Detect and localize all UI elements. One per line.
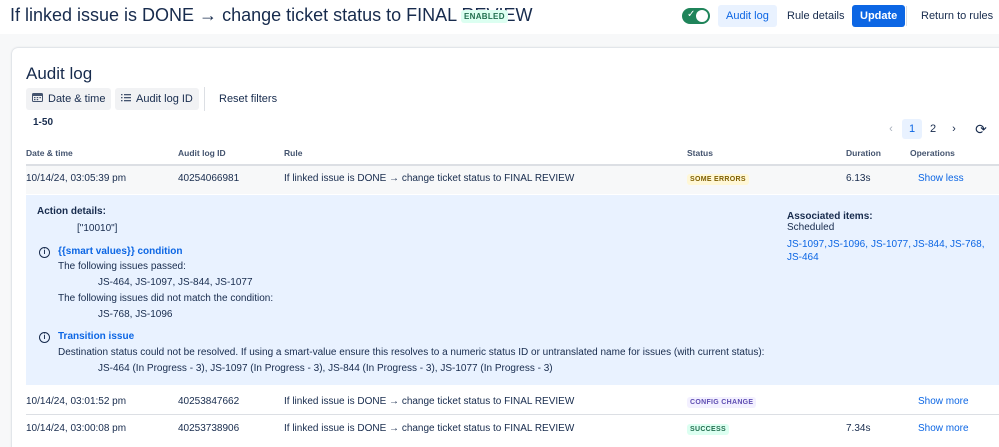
show-more-button[interactable]: Show more <box>918 396 969 407</box>
status-badge: SOME ERRORS <box>687 174 749 185</box>
filter-divider <box>204 87 205 111</box>
associated-issue-link[interactable]: JS-464 <box>787 252 819 263</box>
reset-filters-button[interactable]: Reset filters <box>219 88 277 110</box>
associated-items-label: Associated items: <box>787 211 873 222</box>
chevron-left-icon[interactable]: ‹ <box>884 119 898 139</box>
row-date: 10/14/24, 03:05:39 pm <box>26 173 127 184</box>
date-time-filter-label: Date & time <box>48 93 106 105</box>
row-date: 10/14/24, 03:01:52 pm <box>26 396 127 407</box>
row-audit-id: 40253847662 <box>178 396 240 407</box>
associated-items-sub: Scheduled <box>787 222 835 233</box>
failed-issues: JS-768, JS-1096 <box>98 309 173 320</box>
column-audit-log-id: Audit log ID <box>178 148 226 158</box>
column-rule: Rule <box>284 148 303 158</box>
associated-issue-link[interactable]: JS-1096, <box>828 239 868 250</box>
passed-issues: JS-464, JS-1097, JS-844, JS-1077 <box>98 277 253 288</box>
chevron-right-icon[interactable]: › <box>947 119 961 139</box>
action-details-value: ["10010"] <box>77 223 118 234</box>
row-rule: If linked issue is DONE → change ticket … <box>284 173 575 184</box>
row-duration: 7.34s <box>846 423 871 434</box>
transition-message: Destination status could not be resolved… <box>58 347 765 358</box>
associated-issue-link[interactable]: JS-1077, <box>871 239 911 250</box>
row-rule: If linked issue is DONE → change ticket … <box>284 396 575 407</box>
rule-details-button[interactable]: Rule details <box>779 5 852 27</box>
info-icon: i <box>39 332 50 343</box>
rule-header: If linked issue is DONE → change ticket … <box>0 0 999 34</box>
action-details-label: Action details: <box>37 206 106 217</box>
page-2-button[interactable]: 2 <box>925 119 941 139</box>
passed-label: The following issues passed: <box>58 261 186 272</box>
transition-issues: JS-464 (In Progress - 3), JS-1097 (In Pr… <box>98 363 553 374</box>
associated-issue-link[interactable]: JS-1097, <box>787 239 827 250</box>
associated-issue-link[interactable]: JS-768, <box>950 239 984 250</box>
row-audit-id: 40253738906 <box>178 423 240 434</box>
rule-enabled-toggle[interactable]: ✓ <box>682 8 710 24</box>
audit-log-heading: Audit log <box>26 64 93 83</box>
row-date: 10/14/24, 03:00:08 pm <box>26 423 127 434</box>
status-badge: SUCCESS <box>687 424 729 435</box>
row-duration: 6.13s <box>846 173 871 184</box>
audit-log-button[interactable]: Audit log <box>718 5 777 27</box>
column-date-time: Date & time <box>26 148 73 158</box>
associated-issue-link[interactable]: JS-844, <box>913 239 947 250</box>
show-more-button[interactable]: Show more <box>918 423 969 434</box>
condition-title: {{smart values}} condition <box>58 246 183 257</box>
refresh-icon[interactable]: ⟳ <box>971 119 991 139</box>
calendar-icon <box>32 88 43 110</box>
info-icon: i <box>39 247 50 258</box>
row-audit-id: 40254066981 <box>178 173 240 184</box>
list-icon <box>121 88 131 110</box>
audit-log-id-filter-label: Audit log ID <box>136 93 193 105</box>
toggle-knob <box>696 10 708 22</box>
rule-title: If linked issue is DONE → change ticket … <box>10 5 533 25</box>
column-operations: Operations <box>910 148 955 158</box>
check-icon: ✓ <box>687 9 696 20</box>
row-rule: If linked issue is DONE → change ticket … <box>284 423 575 434</box>
row-divider <box>26 414 999 415</box>
column-status: Status <box>687 148 713 158</box>
result-range: 1-50 <box>33 117 54 128</box>
enabled-badge: ENABLED <box>461 10 508 23</box>
page-1-button[interactable]: 1 <box>902 119 922 139</box>
show-less-button[interactable]: Show less <box>918 173 964 184</box>
return-to-rules-button[interactable]: Return to rules <box>913 5 999 27</box>
date-time-filter-button[interactable]: Date & time <box>26 88 112 110</box>
failed-label: The following issues did not match the c… <box>58 293 274 304</box>
update-button[interactable]: Update <box>852 5 906 27</box>
status-badge: CONFIG CHANGE <box>687 397 757 408</box>
header-divider <box>906 6 907 26</box>
audit-log-id-filter-button[interactable]: Audit log ID <box>115 88 199 110</box>
transition-title: Transition issue <box>58 331 135 342</box>
column-duration: Duration <box>846 148 881 158</box>
